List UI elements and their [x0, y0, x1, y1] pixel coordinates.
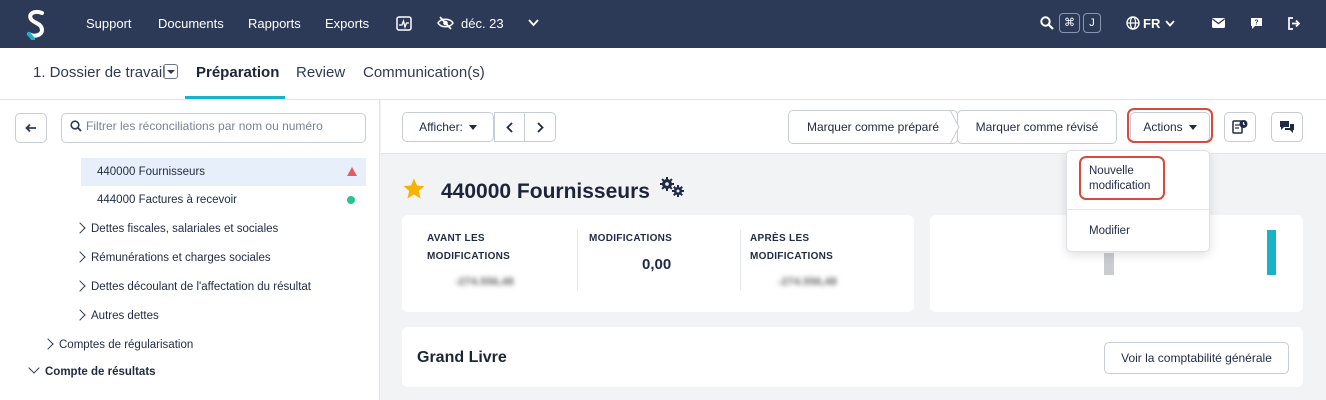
ok-status-dot	[347, 196, 355, 204]
tree-item-compte-resultats[interactable]: Compte de résultats	[28, 362, 156, 378]
stat-divider	[740, 230, 741, 290]
comments-button[interactable]	[1271, 112, 1303, 142]
view-general-ledger-button[interactable]: Voir la comptabilité générale	[1104, 342, 1289, 374]
tab-preparation[interactable]: Préparation	[196, 64, 279, 81]
top-navigation-bar: Support Documents Rapports Exports déc. …	[0, 0, 1326, 48]
menu-item-modifier[interactable]: Modifier	[1089, 224, 1130, 239]
tree-item-comptes-regularisation[interactable]: Comptes de régularisation	[42, 338, 194, 351]
tree-item-dettes-affectation[interactable]: Dettes découlant de l'affectation du rés…	[74, 280, 311, 293]
chart-bar-teal	[1267, 230, 1276, 275]
search-icon[interactable]	[1040, 16, 1054, 30]
stat-divider	[577, 230, 578, 290]
search-icon	[70, 120, 82, 132]
before-modifications-label: AVANT LES MODIFICATIONS	[427, 233, 511, 262]
tree-item-label: Comptes de régularisation	[59, 339, 194, 351]
comments-icon	[1280, 121, 1294, 133]
mail-icon[interactable]	[1212, 18, 1225, 28]
reconciliation-search-input[interactable]	[86, 119, 361, 133]
active-tab-indicator	[185, 96, 285, 99]
tree-item-444000[interactable]: 444000 Factures à recevoir	[81, 186, 366, 214]
view-general-ledger-label: Voir la comptabilité générale	[1121, 351, 1272, 365]
logout-icon[interactable]	[1287, 17, 1301, 30]
back-button[interactable]	[15, 113, 47, 143]
activity-monitor-icon[interactable]	[396, 16, 412, 31]
eye-slash-icon[interactable]	[437, 16, 454, 30]
help-icon[interactable]: ?	[1250, 17, 1263, 30]
actions-highlight-outline	[1127, 108, 1213, 143]
chart-bar-grey	[1104, 253, 1114, 275]
chevron-right-icon	[42, 338, 54, 350]
previous-button[interactable]	[494, 112, 525, 142]
nav-link-documents[interactable]: Documents	[158, 16, 224, 31]
arrow-left-icon	[25, 123, 36, 133]
mark-prepared-button[interactable]: Marquer comme préparé	[788, 110, 958, 144]
shortcut-key-cmd: ⌘	[1059, 13, 1080, 33]
nouvelle-modification-highlight-outline	[1079, 156, 1165, 200]
chevron-down-icon[interactable]	[528, 19, 539, 27]
tree-item-autres-dettes[interactable]: Autres dettes	[74, 309, 159, 322]
chevron-right-icon	[74, 222, 86, 234]
report-clock-icon	[1232, 120, 1248, 134]
menu-divider	[1067, 209, 1209, 210]
modifications-value: 0,00	[642, 256, 672, 273]
favorite-star-icon[interactable]	[402, 177, 426, 201]
shortcut-key-j: J	[1083, 13, 1101, 33]
chevron-right-icon	[74, 280, 86, 292]
chevron-down-icon[interactable]	[1165, 20, 1175, 27]
tree-item-dettes-fiscales[interactable]: Dettes fiscales, salariales et sociales	[74, 222, 279, 235]
tree-item-label: Autres dettes	[91, 310, 159, 322]
period-selector[interactable]: déc. 23	[461, 16, 504, 31]
nav-link-exports[interactable]: Exports	[325, 16, 369, 31]
history-report-button[interactable]	[1224, 112, 1256, 142]
app-logo[interactable]	[24, 8, 48, 40]
chevron-right-icon	[74, 309, 86, 321]
afficher-dropdown[interactable]: Afficher:	[402, 112, 494, 142]
before-modifications-value: -274.556,48	[455, 276, 514, 288]
svg-text:?: ?	[1254, 20, 1258, 27]
reconciliation-search-field[interactable]	[61, 113, 366, 143]
tab-communications[interactable]: Communication(s)	[363, 64, 485, 81]
settings-gears-icon[interactable]	[659, 176, 687, 198]
dossier-dropdown-toggle[interactable]	[163, 64, 178, 79]
tab-dossier-de-travail[interactable]: 1. Dossier de travail	[33, 64, 166, 81]
after-modifications-value: -274.556,48	[778, 276, 837, 288]
next-button[interactable]	[524, 112, 556, 142]
after-modifications-label: APRÈS LES MODIFICATIONS	[750, 233, 834, 262]
grand-livre-title: Grand Livre	[417, 349, 507, 366]
nav-link-rapports[interactable]: Rapports	[248, 16, 301, 31]
tab-review[interactable]: Review	[296, 64, 345, 81]
nav-link-support[interactable]: Support	[86, 16, 132, 31]
chevron-right-icon	[536, 122, 544, 133]
chevron-left-icon	[506, 122, 513, 133]
tree-item-label: 444000 Factures à recevoir	[97, 194, 237, 206]
tree-item-label: Rémunérations et charges sociales	[91, 252, 271, 264]
tree-item-label: Dettes découlant de l'affectation du rés…	[91, 281, 311, 293]
tree-item-label: 440000 Fournisseurs	[97, 166, 206, 178]
mark-prepared-label: Marquer comme préparé	[806, 120, 940, 134]
account-title: 440000 Fournisseurs	[441, 180, 650, 203]
warning-status-icon	[347, 167, 357, 176]
modifications-label: MODIFICATIONS	[589, 233, 673, 244]
tree-item-label: Dettes fiscales, salariales et sociales	[91, 223, 279, 235]
language-selector[interactable]: FR	[1143, 16, 1160, 31]
caret-down-icon	[468, 125, 477, 131]
globe-icon[interactable]	[1126, 16, 1140, 30]
tree-item-remunerations[interactable]: Rémunérations et charges sociales	[74, 251, 271, 264]
afficher-label: Afficher:	[419, 120, 463, 134]
tree-item-440000[interactable]: 440000 Fournisseurs	[81, 158, 366, 186]
mark-reviewed-label: Marquer comme révisé	[975, 120, 1099, 134]
step-arrow-divider	[950, 110, 960, 144]
reconciliation-sidebar	[0, 100, 380, 400]
chevron-right-icon	[74, 251, 86, 263]
mark-reviewed-button[interactable]: Marquer comme révisé	[957, 110, 1117, 144]
tree-item-label: Compte de résultats	[45, 366, 156, 378]
